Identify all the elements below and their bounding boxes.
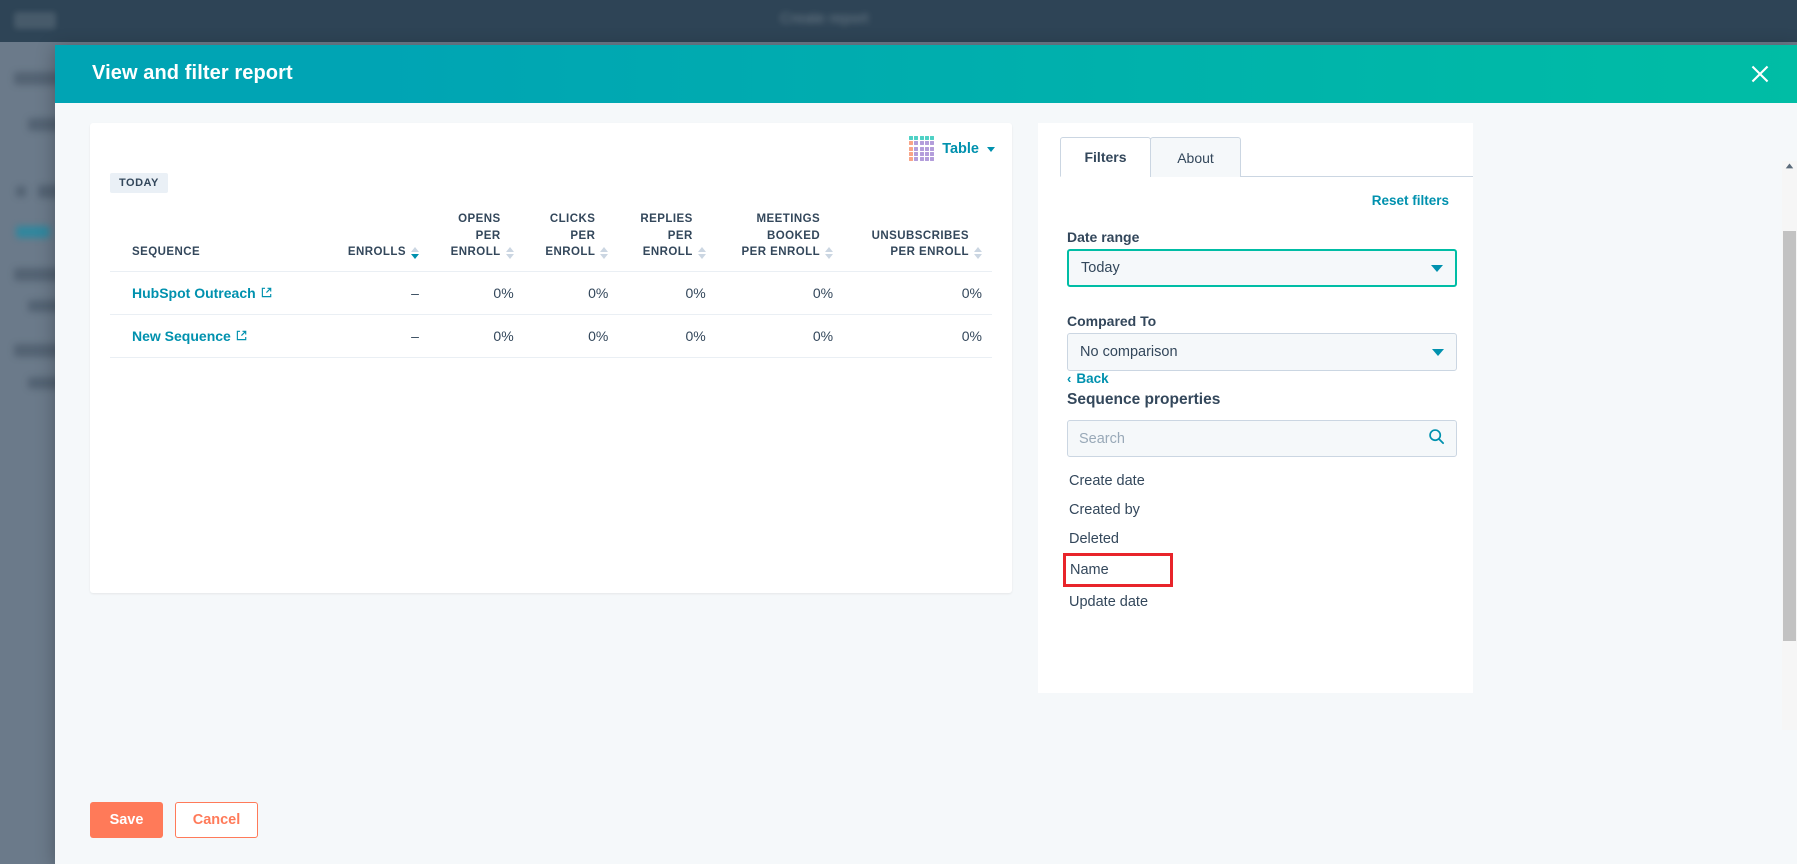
tab-spacer <box>1241 137 1473 177</box>
compared-to-value: No comparison <box>1080 344 1178 360</box>
column-header-replies-per-enroll[interactable]: REPLIES PER ENROLL <box>618 205 716 273</box>
reset-filters-link[interactable]: Reset filters <box>1372 193 1449 208</box>
sequence-link[interactable]: New Sequence <box>132 328 247 344</box>
sequence-cell: HubSpot Outreach <box>110 271 325 316</box>
column-header-sequence: SEQUENCE <box>110 205 325 273</box>
clicks-per-enroll-cell: 0% <box>523 271 619 316</box>
column-header-clicks-per-enroll[interactable]: CLICKS PER ENROLL <box>523 205 619 273</box>
modal-header: View and filter report <box>55 45 1797 103</box>
back-link[interactable]: ‹ Back <box>1067 371 1109 386</box>
compared-to-select[interactable]: No comparison <box>1067 333 1457 371</box>
property-item-created-by[interactable]: Created by <box>1067 495 1457 524</box>
panel-tabs: Filters About <box>1060 137 1473 177</box>
clicks-per-enroll-cell: 0% <box>523 314 619 359</box>
enrolls-cell: – <box>325 314 429 359</box>
background-placeholder <box>16 226 50 238</box>
background-topbar: Create report <box>0 0 1797 42</box>
date-range-badge: TODAY <box>110 173 168 193</box>
replies-per-enroll-cell: 0% <box>618 271 716 316</box>
meetings-booked-per-enroll-cell: 0% <box>715 271 844 316</box>
sort-arrows-icon <box>697 247 706 260</box>
property-item-create-date[interactable]: Create date <box>1067 466 1457 495</box>
save-button[interactable]: Save <box>90 802 163 838</box>
date-range-label: Date range <box>1067 229 1140 245</box>
column-header-opens-per-enroll[interactable]: OPENS PER ENROLL <box>428 205 524 273</box>
property-item-update-date[interactable]: Update date <box>1067 587 1457 616</box>
property-item-name[interactable]: Name <box>1063 553 1173 587</box>
sort-arrows-icon <box>505 247 514 260</box>
sequence-cell: New Sequence <box>110 314 325 359</box>
view-and-filter-report-modal: View and filter report Table TODAY SEQUE… <box>55 45 1797 864</box>
search-input[interactable] <box>1079 430 1428 447</box>
sequence-link[interactable]: HubSpot Outreach <box>132 285 272 301</box>
property-item-deleted[interactable]: Deleted <box>1067 524 1457 553</box>
back-label: Back <box>1076 371 1109 386</box>
sort-arrows-icon <box>600 247 609 260</box>
chevron-left-icon: ‹ <box>1067 371 1072 386</box>
compared-to-label: Compared To <box>1067 313 1157 329</box>
sequence-properties-list: Create date Created by Deleted Name Upda… <box>1063 466 1457 616</box>
sort-arrows-icon <box>410 247 419 260</box>
sort-arrows-icon <box>974 247 982 260</box>
background-app-title: Create report <box>780 10 869 27</box>
vertical-scrollbar[interactable] <box>1782 161 1797 730</box>
table-row: New Sequence – 0% 0% 0% 0% 0% <box>110 314 992 359</box>
tab-filters[interactable]: Filters <box>1060 137 1151 177</box>
report-table: SEQUENCE ENROLLS OPENS PER ENROLL CLICKS… <box>110 205 992 359</box>
replies-per-enroll-cell: 0% <box>618 314 716 359</box>
chevron-down-icon <box>1431 264 1443 272</box>
scroll-up-arrow-icon[interactable] <box>1782 163 1797 169</box>
chevron-down-icon <box>1432 348 1444 356</box>
unsubscribes-per-enroll-cell: 0% <box>843 271 992 316</box>
hubspot-logo <box>14 12 56 29</box>
table-header-row: SEQUENCE ENROLLS OPENS PER ENROLL CLICKS… <box>110 205 992 273</box>
modal-body: Table TODAY SEQUENCE ENROLLS OPENS PER E… <box>55 103 1797 864</box>
property-search-box[interactable] <box>1067 420 1457 457</box>
opens-per-enroll-cell: 0% <box>428 271 524 316</box>
search-icon <box>1428 428 1445 450</box>
cancel-button[interactable]: Cancel <box>175 802 258 838</box>
date-range-value: Today <box>1081 260 1120 276</box>
enrolls-cell: – <box>325 271 429 316</box>
column-header-enrolls[interactable]: ENROLLS <box>325 205 429 273</box>
chevron-down-icon <box>987 147 995 153</box>
visualization-type-label: Table <box>942 140 979 157</box>
modal-footer: Save Cancel <box>55 754 1797 864</box>
column-header-unsubscribes-per-enroll[interactable]: UNSUBSCRIBES PER ENROLL <box>843 205 992 273</box>
report-preview-card: Table TODAY SEQUENCE ENROLLS OPENS PER E… <box>90 123 1012 593</box>
tab-about[interactable]: About <box>1150 137 1241 177</box>
background-placeholder <box>16 186 26 197</box>
close-icon[interactable] <box>1745 59 1775 89</box>
table-row: HubSpot Outreach – 0% 0% 0% 0% 0% <box>110 271 992 316</box>
external-link-icon <box>236 328 247 344</box>
unsubscribes-per-enroll-cell: 0% <box>843 314 992 359</box>
filters-panel: Filters About Reset filters Date range T… <box>1038 123 1473 693</box>
sort-arrows-icon <box>825 247 834 260</box>
sequence-properties-title: Sequence properties <box>1067 391 1221 408</box>
date-range-select[interactable]: Today <box>1067 249 1457 287</box>
table-grid-icon <box>909 136 935 162</box>
scrollbar-thumb[interactable] <box>1783 231 1796 641</box>
visualization-type-selector[interactable]: Table <box>909 136 995 162</box>
page-title: View and filter report <box>92 62 293 84</box>
column-header-meetings-booked-per-enroll[interactable]: MEETINGS BOOKED PER ENROLL <box>715 205 844 273</box>
opens-per-enroll-cell: 0% <box>428 314 524 359</box>
external-link-icon <box>261 285 272 301</box>
meetings-booked-per-enroll-cell: 0% <box>715 314 844 359</box>
